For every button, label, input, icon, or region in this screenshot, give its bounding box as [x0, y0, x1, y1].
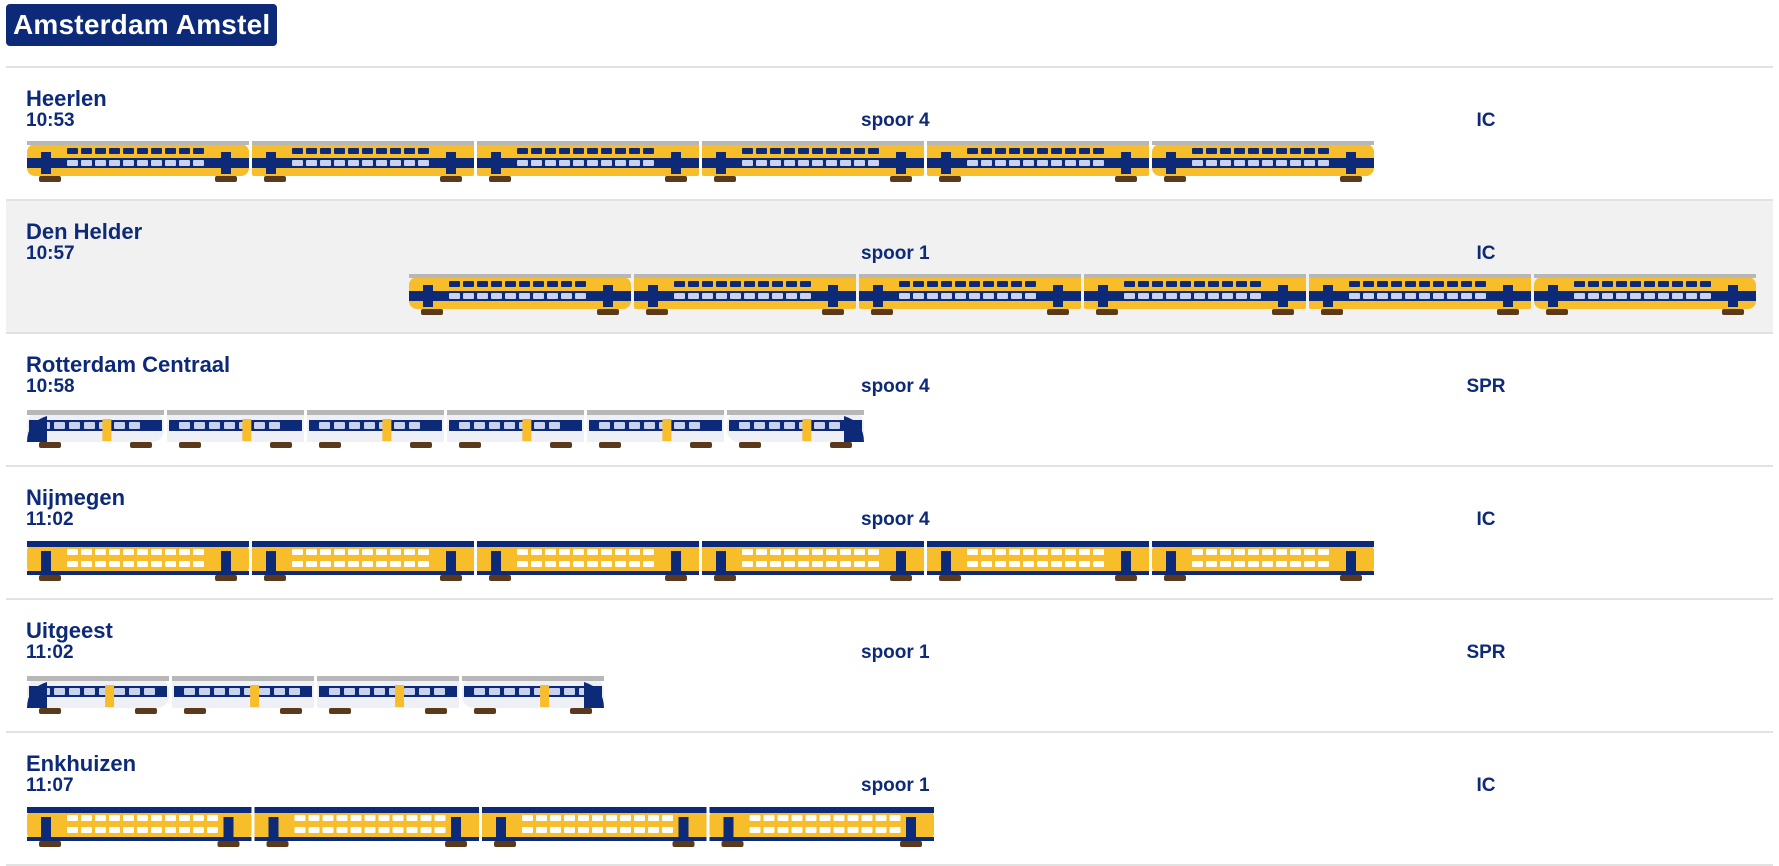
- departure-row[interactable]: Uitgeest 11:02 spoor 1 SPR: [6, 598, 1773, 731]
- train-carriage: [702, 541, 924, 581]
- departure-time: 11:07: [26, 775, 74, 796]
- train-carriage: [307, 410, 444, 448]
- train-carriage: [927, 141, 1149, 182]
- train-carriage: [709, 807, 934, 847]
- train-composition-image: [27, 676, 604, 714]
- departure-time: 11:02: [26, 642, 74, 663]
- platform: spoor 1: [861, 775, 930, 796]
- departure-row[interactable]: Rotterdam Centraal 10:58 spoor 4 SPR: [6, 332, 1773, 465]
- destination: Den Helder: [26, 219, 143, 244]
- train-carriage: [172, 676, 314, 714]
- destination: Enkhuizen: [26, 751, 137, 776]
- station-title: Amsterdam Amstel: [6, 4, 278, 46]
- train-composition-image: [27, 141, 1374, 182]
- departure-time: 10:58: [26, 376, 75, 397]
- train-carriage: [927, 541, 1149, 581]
- platform: spoor 4: [861, 110, 930, 131]
- train-carriage: [317, 676, 459, 714]
- train-type: SPR: [1466, 642, 1506, 663]
- train-carriage: [727, 410, 864, 448]
- train-carriage: [252, 141, 474, 182]
- departure-row[interactable]: Heerlen 10:53 spoor 4 IC: [6, 66, 1773, 199]
- train-carriage: [634, 274, 856, 315]
- platform: spoor 1: [861, 243, 930, 264]
- train-type: SPR: [1466, 376, 1506, 397]
- train-carriage: [587, 410, 724, 448]
- departure-board: Heerlen 10:53 spoor 4 IC Den Helder 10:5…: [6, 66, 1773, 866]
- train-composition-image: [27, 410, 864, 448]
- destination: Nijmegen: [26, 485, 126, 510]
- platform: spoor 4: [861, 509, 930, 530]
- destination: Rotterdam Centraal: [26, 352, 231, 377]
- train-carriage: [482, 807, 707, 847]
- departure-time: 10:57: [26, 243, 75, 264]
- train-carriage: [462, 676, 604, 714]
- train-carriage: [27, 410, 164, 448]
- train-carriage: [1152, 141, 1374, 182]
- train-carriage: [1084, 274, 1306, 315]
- train-carriage: [859, 274, 1081, 315]
- train-composition-image: [27, 807, 934, 847]
- departure-row[interactable]: Nijmegen 11:02 spoor 4 IC: [6, 465, 1773, 598]
- train-carriage: [477, 541, 699, 581]
- train-type: IC: [1476, 243, 1496, 264]
- train-type: IC: [1476, 110, 1496, 131]
- departure-time: 11:02: [26, 509, 74, 530]
- departure-time: 10:53: [26, 110, 75, 131]
- train-composition-image: [27, 541, 1374, 581]
- train-composition-image: [409, 274, 1756, 315]
- train-carriage: [27, 541, 249, 581]
- destination: Heerlen: [26, 86, 107, 111]
- platform: spoor 1: [861, 642, 930, 663]
- train-carriage: [27, 807, 252, 847]
- departure-row[interactable]: Enkhuizen 11:07 spoor 1 IC: [6, 731, 1773, 866]
- destination: Uitgeest: [26, 618, 113, 643]
- train-carriage: [1152, 541, 1374, 581]
- train-carriage: [27, 676, 169, 714]
- platform: spoor 4: [861, 376, 930, 397]
- train-carriage: [1309, 274, 1531, 315]
- train-carriage: [477, 141, 699, 182]
- departure-row[interactable]: Den Helder 10:57 spoor 1 IC: [6, 199, 1773, 332]
- train-carriage: [409, 274, 631, 315]
- train-carriage: [167, 410, 304, 448]
- train-carriage: [447, 410, 584, 448]
- train-carriage: [702, 141, 924, 182]
- train-type: IC: [1476, 509, 1496, 530]
- train-carriage: [254, 807, 479, 847]
- train-carriage: [1534, 274, 1756, 315]
- train-carriage: [27, 141, 249, 182]
- train-carriage: [252, 541, 474, 581]
- train-type: IC: [1476, 775, 1496, 796]
